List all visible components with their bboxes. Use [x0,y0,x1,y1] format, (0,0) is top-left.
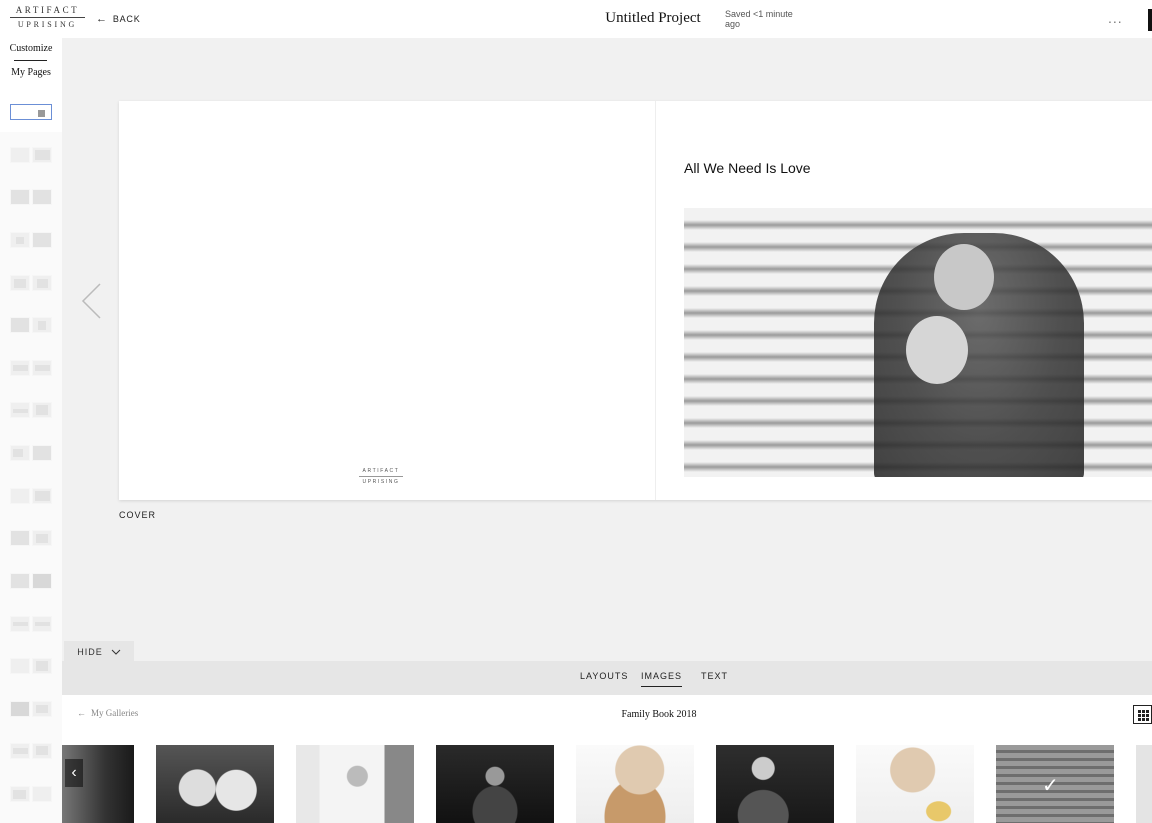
hide-label: HIDE [77,646,103,657]
cover-logo: ARTIFACT UPRISING [359,468,403,485]
rail-header: Customize My Pages [0,38,62,132]
thumb-right-page [32,105,51,119]
page-thumbnail[interactable] [10,786,52,802]
tray-tabs: LAYOUTS IMAGES TEXT [62,661,1152,695]
gallery-image[interactable] [1136,745,1152,823]
hide-tray-button[interactable]: HIDE [64,641,134,662]
page-thumbnail[interactable] [10,573,52,589]
save-status: Saved <1 minute ago [725,9,793,29]
gallery-image[interactable]: ‹ [62,745,134,823]
cover-logo-rule [359,476,403,477]
page-thumbnail[interactable] [10,616,52,632]
page-thumbnail[interactable] [10,530,52,546]
page-thumbnail[interactable] [10,275,52,291]
gallery-image[interactable] [856,745,974,823]
header-edge-button[interactable] [1148,9,1152,31]
page-thumbnail[interactable] [10,402,52,418]
page-thumbnail[interactable] [10,189,52,205]
photo-face [906,316,968,384]
page-thumbnail[interactable] [10,743,52,759]
tab-images[interactable]: IMAGES [641,671,683,687]
page-title-text[interactable]: All We Need Is Love [684,160,811,176]
chevron-left-icon [81,283,101,319]
cover-logo-line1: ARTIFACT [362,468,400,474]
book-spread: ARTIFACT UPRISING All We Need Is Love [119,101,1152,500]
gallery-image[interactable] [576,745,694,823]
page-thumbnail[interactable] [10,232,52,248]
page-thumbnail-cover[interactable] [10,104,52,120]
chevron-down-icon [111,649,121,655]
tab-layouts[interactable]: LAYOUTS [580,671,628,681]
image-tray: ← My Galleries Family Book 2018 ‹ ✓ [62,695,1152,823]
gallery-image[interactable] [716,745,834,823]
page-thumbnail[interactable] [10,488,52,504]
gallery-image[interactable] [436,745,554,823]
gallery-image-selected[interactable]: ✓ [996,745,1114,823]
previous-page-button[interactable] [80,282,104,320]
photo-face [934,244,994,310]
spread-gutter [655,101,656,500]
tab-divider [14,60,47,61]
page-photo[interactable] [684,208,1152,477]
checkmark-icon: ✓ [1042,775,1059,797]
page-thumbnail[interactable] [10,317,52,333]
tab-customize[interactable]: Customize [0,43,62,54]
tab-my-pages[interactable]: My Pages [0,67,62,78]
project-title[interactable]: Untitled Project [0,10,1152,27]
chevron-left-icon[interactable]: ‹ [65,759,83,787]
tab-text[interactable]: TEXT [701,671,728,681]
page-thumbnail[interactable] [10,658,52,674]
gallery-image[interactable] [296,745,414,823]
page-label: COVER [119,510,157,520]
thumb-left-page [11,105,30,119]
cover-logo-line2: UPRISING [362,479,400,485]
page-thumbnail[interactable] [10,360,52,376]
more-menu-button[interactable]: ... [1108,10,1123,26]
grid-view-icon[interactable] [1133,705,1152,724]
gallery-image[interactable] [156,745,274,823]
page-thumbnail[interactable] [10,445,52,461]
gallery-title: Family Book 2018 [621,709,697,720]
page-thumbnail[interactable] [10,147,52,163]
top-bar: ARTIFACT UPRISING ← BACK Untitled Projec… [0,0,1152,38]
page-thumbnail[interactable] [10,701,52,717]
page-thumbnail-rail: Customize My Pages [0,38,62,823]
